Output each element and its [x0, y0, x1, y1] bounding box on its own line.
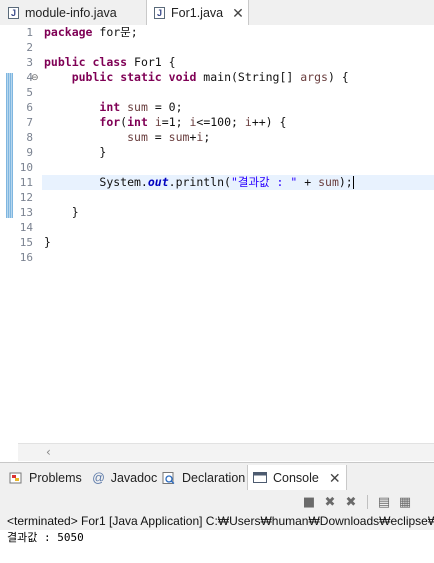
- tab-for1[interactable]: J For1.java ✕: [146, 0, 249, 26]
- line-number: 5: [26, 86, 33, 99]
- console-toolbar: ■ ✖ ✖ ▤ ▦: [300, 491, 414, 513]
- code-line-11-current: System.out.println("결과값 : " + sum);: [42, 175, 434, 190]
- line-number: 8: [26, 131, 33, 144]
- code-line-7: for(int i=1; i<=100; i++) {: [99, 115, 287, 129]
- scroll-left-icon[interactable]: ‹: [46, 444, 51, 461]
- clear-console-icon[interactable]: ▤: [375, 493, 393, 511]
- tab-declaration[interactable]: Declaration: [157, 465, 250, 490]
- fold-collapse-icon[interactable]: ⊖: [31, 73, 39, 83]
- line-number: 9: [26, 146, 33, 159]
- tab-problems[interactable]: Problems: [4, 465, 87, 490]
- line-number: 14: [19, 221, 33, 234]
- line-number: 10: [19, 161, 33, 174]
- code-line-4: public static void main(String[] args) {: [71, 70, 349, 84]
- problems-icon: [9, 472, 23, 484]
- code-line-6: int sum = 0;: [99, 100, 183, 114]
- code-text[interactable]: package for문; public class For1 { public…: [42, 25, 434, 265]
- bottom-panel: Problems @ Javadoc Declaration Console ✕…: [0, 462, 434, 563]
- scroll-lock-icon[interactable]: ▦: [396, 493, 414, 511]
- tab-label: module-info.java: [25, 5, 117, 20]
- line-number: 16: [19, 251, 33, 264]
- code-line-15: }: [44, 235, 51, 249]
- tab-console[interactable]: Console ✕: [247, 465, 347, 490]
- console-output-line: 결과값 : 5050: [7, 531, 84, 544]
- change-ruler: [6, 73, 13, 218]
- text-caret: [352, 176, 354, 189]
- java-file-icon: J: [8, 6, 19, 19]
- line-number: 2: [26, 41, 33, 54]
- tab-label: Problems: [29, 470, 82, 485]
- horizontal-scrollbar[interactable]: ‹: [18, 443, 434, 461]
- close-icon[interactable]: ✕: [329, 471, 341, 485]
- line-number: 1: [26, 26, 33, 39]
- tab-label: Javadoc: [110, 470, 158, 485]
- code-line-9: }: [99, 145, 107, 159]
- line-number: 7: [26, 116, 33, 129]
- tab-label: For1.java: [171, 6, 224, 20]
- tab-label: Declaration: [182, 470, 246, 485]
- console-icon: [253, 471, 267, 484]
- code-line-13: }: [71, 205, 79, 219]
- code-line-3: public class For1 {: [44, 55, 176, 69]
- code-editor[interactable]: 1 2 3 4 5 6 7 8 9 10 11 12 13 14 15 16 ⊖ package for문; …: [0, 25, 434, 461]
- remove-launch-icon[interactable]: ✖: [321, 493, 339, 511]
- toolbar-separator: [367, 495, 368, 509]
- tab-label: Console: [273, 470, 319, 485]
- close-icon[interactable]: ✕: [232, 6, 244, 20]
- console-status: <terminated> For1 [Java Application] C:₩…: [7, 514, 434, 528]
- declaration-icon: [162, 471, 176, 484]
- line-number: 3: [26, 56, 33, 69]
- tab-module-info[interactable]: J module-info.java: [0, 0, 140, 25]
- code-line-8: sum = sum+i;: [127, 130, 211, 144]
- view-tab-bar: Problems @ Javadoc Declaration Console ✕: [0, 462, 434, 491]
- line-number: 6: [26, 101, 33, 114]
- remove-all-terminated-icon[interactable]: ✖: [342, 493, 360, 511]
- tab-javadoc[interactable]: @ Javadoc: [87, 465, 162, 490]
- java-file-icon: J: [154, 7, 165, 19]
- console-output[interactable]: 결과값 : 5050: [0, 530, 434, 563]
- line-number: 13: [19, 206, 33, 219]
- line-number-ruler: 1 2 3 4 5 6 7 8 9 10 11 12 13 14 15 16: [13, 25, 35, 265]
- terminate-icon[interactable]: ■: [300, 493, 318, 511]
- javadoc-at-icon: @: [92, 470, 105, 485]
- line-number: 15: [19, 236, 33, 249]
- editor-tab-bar: J module-info.java J For1.java ✕: [0, 0, 434, 26]
- line-number: 12: [19, 191, 33, 204]
- code-line-1: package for문;: [44, 25, 138, 39]
- line-number: 11: [19, 176, 33, 189]
